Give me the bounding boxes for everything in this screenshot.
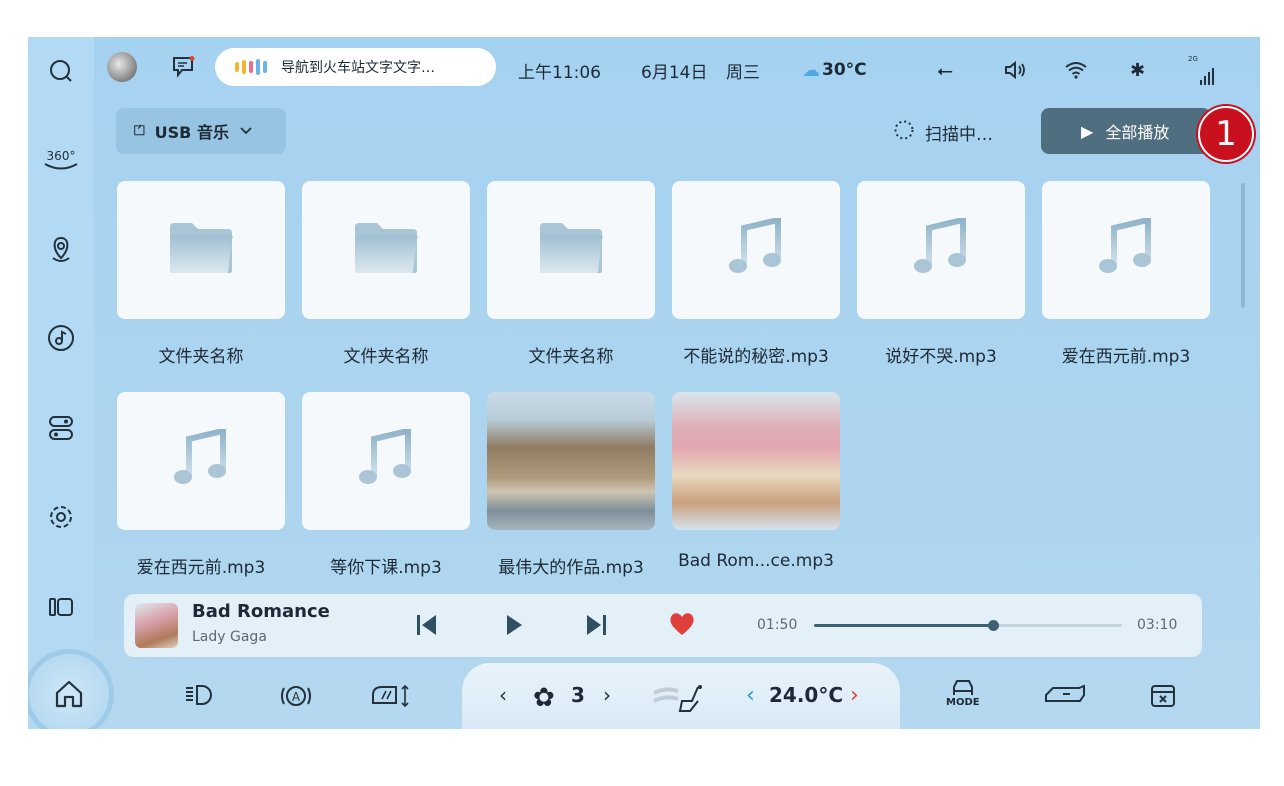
folder-icon — [353, 221, 419, 279]
music-note-icon — [358, 427, 414, 493]
toggle-settings-icon[interactable] — [41, 408, 81, 448]
previous-track-button[interactable] — [414, 612, 440, 642]
file-name[interactable]: 等你下课.mp3 — [286, 553, 486, 578]
file-name[interactable]: 爱在西元前.mp3 — [101, 553, 301, 578]
file-name[interactable]: 说好不哭.mp3 — [841, 342, 1041, 367]
track-title: Bad Romance — [192, 601, 330, 622]
music-note-icon — [173, 427, 229, 493]
date: 6月14日 — [641, 62, 708, 83]
clock: 上午11:06 — [518, 62, 601, 83]
music-file-tile[interactable] — [672, 392, 840, 530]
weekday: 周三 — [726, 62, 760, 83]
seat-airflow-icon[interactable] — [652, 683, 708, 715]
source-dropdown[interactable]: ⏍ USB 音乐 — [116, 108, 286, 154]
folder-tile[interactable] — [302, 181, 470, 319]
music-file-tile[interactable] — [487, 392, 655, 530]
voice-text: 导航到火车站文字文字… — [281, 60, 435, 76]
360-view-icon[interactable]: 360° — [41, 140, 81, 180]
home-button[interactable] — [28, 649, 114, 729]
gear-icon[interactable] — [41, 497, 81, 537]
fan-increase-button[interactable]: › — [603, 683, 611, 707]
play-all-button[interactable]: ▶ 全部播放 — [1041, 108, 1211, 154]
progress-slider[interactable] — [814, 620, 1122, 631]
climate-mode-button[interactable]: MODE — [946, 679, 980, 708]
wifi-icon[interactable] — [1064, 55, 1088, 85]
file-name[interactable]: 文件夹名称 — [286, 342, 486, 367]
temp-decrease-button[interactable]: ‹ — [746, 683, 755, 708]
message-icon[interactable] — [172, 56, 196, 82]
music-note-icon — [1098, 216, 1154, 282]
navigation-icon[interactable] — [41, 229, 81, 269]
music-note-icon — [913, 216, 969, 282]
fan-decrease-button[interactable]: ‹ — [499, 683, 507, 707]
play-icon: ▶ — [1081, 121, 1094, 141]
music-icon[interactable] — [41, 318, 81, 358]
signal-icon: 2G — [1188, 55, 1214, 85]
window-close-icon[interactable] — [1149, 683, 1177, 709]
voice-assistant-bar[interactable]: 导航到火车站文字文字… — [215, 48, 496, 86]
fan-icon: ✿ — [533, 683, 555, 713]
total-time: 03:10 — [1137, 617, 1178, 633]
fan-level: 3 — [571, 683, 585, 707]
signal-label: 2G — [1188, 55, 1198, 63]
file-name[interactable]: 文件夹名称 — [101, 342, 301, 367]
scan-text: 扫描中… — [925, 125, 993, 145]
360-label: 360° — [46, 149, 76, 163]
elapsed-time: 01:50 — [757, 617, 798, 633]
annotation-badge: 1 — [1198, 106, 1254, 162]
file-name[interactable]: 爱在西元前.mp3 — [1026, 342, 1226, 367]
folder-icon — [168, 221, 234, 279]
music-file-tile[interactable] — [857, 181, 1025, 319]
music-file-tile[interactable] — [1042, 181, 1210, 319]
file-name[interactable]: 最伟大的作品.mp3 — [471, 553, 671, 578]
mirror-adjust-icon[interactable] — [370, 683, 412, 709]
folder-tile[interactable] — [117, 181, 285, 319]
car-front-icon — [952, 680, 973, 695]
weather: ☁ 30°C — [802, 55, 867, 85]
svg-text:A: A — [292, 690, 301, 704]
cabin-temperature: 24.0°C — [769, 683, 844, 707]
search-icon[interactable] — [41, 51, 81, 91]
favorite-heart-icon[interactable] — [668, 611, 696, 641]
usb-icon: ⭠ — [937, 58, 953, 82]
album-art[interactable] — [135, 603, 178, 648]
weather-cloud-sun-icon: ☁ — [802, 59, 820, 81]
bluetooth-icon[interactable]: ✱ — [1130, 55, 1145, 85]
music-file-tile[interactable] — [117, 392, 285, 530]
user-avatar[interactable] — [107, 52, 137, 82]
folder-tile[interactable] — [487, 181, 655, 319]
loading-spinner-icon — [893, 119, 915, 146]
home-icon — [55, 680, 83, 708]
file-name[interactable]: Bad Rom...ce.mp3 — [656, 551, 856, 571]
scan-status: 扫描中… — [893, 119, 993, 146]
temp-increase-button[interactable]: › — [850, 683, 859, 708]
volume-icon[interactable] — [1004, 55, 1028, 85]
track-artist: Lady Gaga — [192, 629, 267, 645]
usb-drive-icon: ⏍ — [134, 123, 145, 139]
mini-player: Bad Romance Lady Gaga 01:50 03:10 — [124, 594, 1202, 657]
source-label: USB 音乐 — [154, 123, 229, 142]
car-side-icon[interactable] — [1043, 683, 1087, 705]
mode-label: MODE — [946, 697, 980, 708]
voice-wave-icon — [235, 59, 267, 75]
play-button[interactable] — [502, 612, 526, 642]
weather-temp: 30°C — [822, 60, 867, 80]
play-all-label: 全部播放 — [1105, 123, 1170, 142]
progress-handle[interactable] — [987, 620, 999, 631]
car-infotainment-screen: 360° 导航到火车站文字文字… 上午11:06 6月14日 周三 ☁ 30°C … — [28, 37, 1260, 729]
file-name[interactable]: 不能说的秘密.mp3 — [656, 342, 856, 367]
progress-fill — [814, 624, 993, 627]
next-track-button[interactable] — [583, 612, 609, 642]
music-file-tile[interactable] — [302, 392, 470, 530]
folder-icon — [538, 221, 604, 279]
split-view-icon[interactable] — [41, 587, 81, 627]
scrollbar[interactable] — [1241, 183, 1245, 308]
sidebar: 360° — [28, 37, 94, 729]
music-note-icon — [728, 216, 784, 282]
file-name[interactable]: 文件夹名称 — [471, 342, 671, 367]
chevron-down-icon — [240, 127, 252, 135]
headlight-icon[interactable] — [183, 683, 215, 707]
music-file-tile[interactable] — [672, 181, 840, 319]
auto-hold-icon[interactable]: A — [279, 683, 313, 709]
